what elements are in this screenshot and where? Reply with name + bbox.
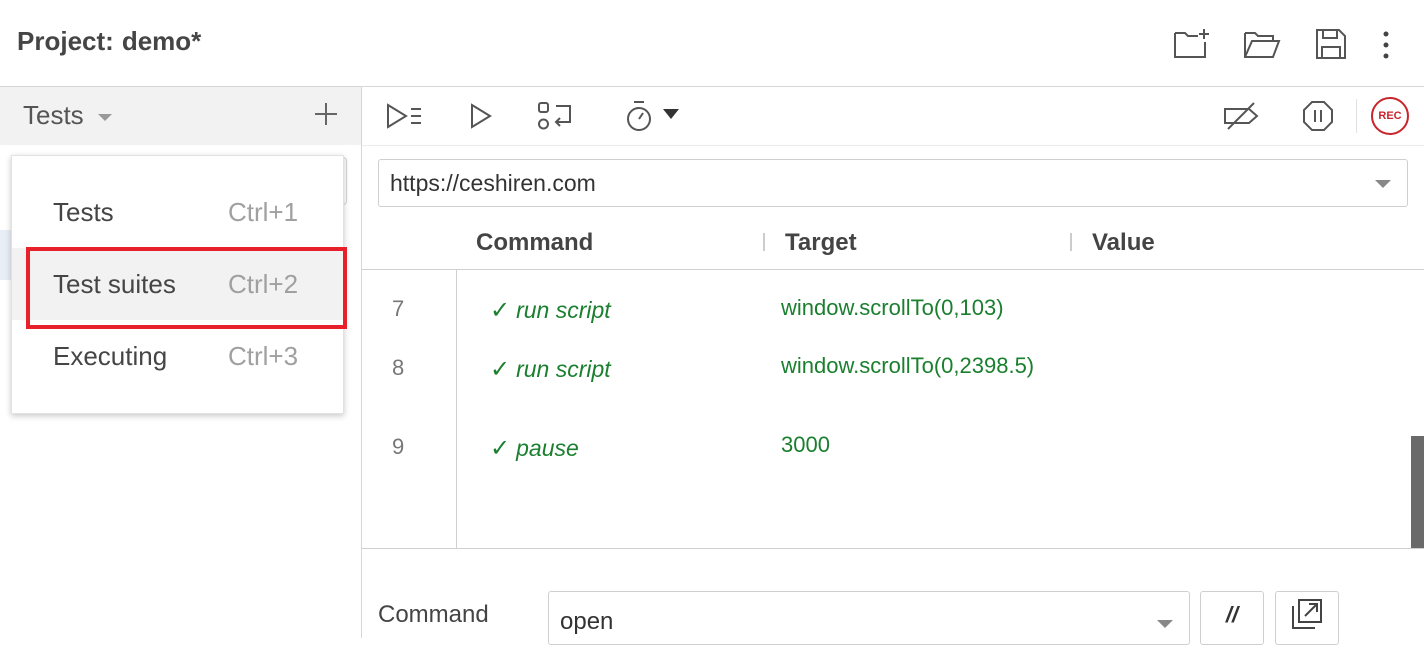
row-command-text: run script xyxy=(516,297,611,323)
column-resizer[interactable] xyxy=(1070,233,1072,251)
table-row[interactable]: 7 ✓ run script window.scrollTo(0,103) xyxy=(362,295,1410,346)
command-field-label: Command xyxy=(378,601,489,628)
command-input-value: open xyxy=(560,608,614,635)
record-button[interactable]: REC xyxy=(1371,97,1409,135)
open-in-new-window-button[interactable] xyxy=(1275,591,1339,645)
tests-view-selector-label: Tests xyxy=(23,100,84,130)
menu-item-label: Tests xyxy=(53,196,114,227)
chevron-down-icon xyxy=(97,114,112,121)
new-project-icon[interactable] xyxy=(1172,24,1212,64)
speed-icon[interactable] xyxy=(624,98,684,134)
more-vertical-icon[interactable] xyxy=(1366,24,1406,64)
row-command: ✓ run script xyxy=(490,296,611,325)
app-header: Project: demo* xyxy=(0,0,1424,87)
project-name[interactable]: demo* xyxy=(122,26,201,56)
menu-item-label: Test suites xyxy=(53,268,176,299)
project-title: Project: demo* xyxy=(17,26,201,57)
row-number: 8 xyxy=(392,355,405,380)
check-icon: ✓ xyxy=(490,435,511,462)
menu-item-shortcut: Ctrl+1 xyxy=(228,196,299,227)
table-row[interactable]: 9 ✓ pause 3000 xyxy=(362,432,1410,484)
chevron-down-icon xyxy=(1157,620,1173,628)
comment-toggle-button[interactable]: // xyxy=(1200,591,1264,645)
tests-view-selector[interactable]: Tests xyxy=(23,100,112,131)
step-over-icon[interactable] xyxy=(536,98,576,134)
sidebar-header: Tests xyxy=(0,87,361,145)
row-command-text: pause xyxy=(516,435,579,461)
open-folder-icon[interactable] xyxy=(1242,24,1282,64)
menu-item-shortcut: Ctrl+2 xyxy=(228,268,299,299)
menu-item-test-suites[interactable]: Test suites Ctrl+2 xyxy=(12,248,343,320)
column-header-target[interactable]: Target xyxy=(785,229,857,257)
toolbar-divider xyxy=(1356,99,1357,133)
command-table-body: 7 ✓ run script window.scrollTo(0,103) 8 ✓… xyxy=(362,270,1424,549)
chevron-down-icon xyxy=(1375,180,1391,188)
row-command: ✓ run script xyxy=(490,355,611,384)
check-icon: ✓ xyxy=(490,356,511,383)
table-scrollbar[interactable] xyxy=(1411,436,1424,548)
pause-exceptions-icon[interactable] xyxy=(1301,98,1335,134)
disable-breakpoints-icon[interactable] xyxy=(1222,98,1262,134)
row-target: window.scrollTo(0,2398.5) xyxy=(781,353,1035,378)
check-icon: ✓ xyxy=(490,297,511,324)
open-external-icon xyxy=(1292,599,1322,629)
editor-panel: REC https://ceshiren.com Command Target … xyxy=(362,87,1424,645)
save-icon[interactable] xyxy=(1311,24,1351,64)
row-number: 9 xyxy=(392,434,405,459)
plus-icon[interactable] xyxy=(312,99,340,127)
menu-item-shortcut: Ctrl+3 xyxy=(228,340,299,371)
command-editor: Command open // xyxy=(362,549,1424,645)
run-current-icon[interactable] xyxy=(466,98,496,134)
run-all-icon[interactable] xyxy=(384,98,424,134)
command-table-header: Command Target Value xyxy=(362,215,1424,270)
row-command: ✓ pause xyxy=(490,434,579,463)
comment-icon: // xyxy=(1225,602,1239,627)
row-target: window.scrollTo(0,103) xyxy=(781,295,1004,320)
menu-item-executing[interactable]: Executing Ctrl+3 xyxy=(12,320,343,392)
column-resizer[interactable] xyxy=(763,233,765,251)
column-header-value[interactable]: Value xyxy=(1092,229,1155,257)
base-url-select[interactable]: https://ceshiren.com xyxy=(378,159,1408,207)
project-label: Project: xyxy=(17,26,114,56)
row-target: 3000 xyxy=(781,432,830,457)
table-row[interactable]: 8 ✓ run script window.scrollTo(0,2398.5) xyxy=(362,353,1410,425)
column-header-command[interactable]: Command xyxy=(476,229,593,257)
row-command-text: run script xyxy=(516,356,611,382)
command-input[interactable]: open xyxy=(548,591,1190,645)
base-url-value: https://ceshiren.com xyxy=(390,170,596,196)
menu-item-label: Executing xyxy=(53,340,168,371)
menu-item-tests[interactable]: Tests Ctrl+1 xyxy=(12,176,343,248)
toolbar: REC xyxy=(362,87,1424,146)
view-dropdown-menu: Tests Ctrl+1 Test suites Ctrl+2 Executin… xyxy=(11,155,344,414)
row-number: 7 xyxy=(392,296,405,321)
